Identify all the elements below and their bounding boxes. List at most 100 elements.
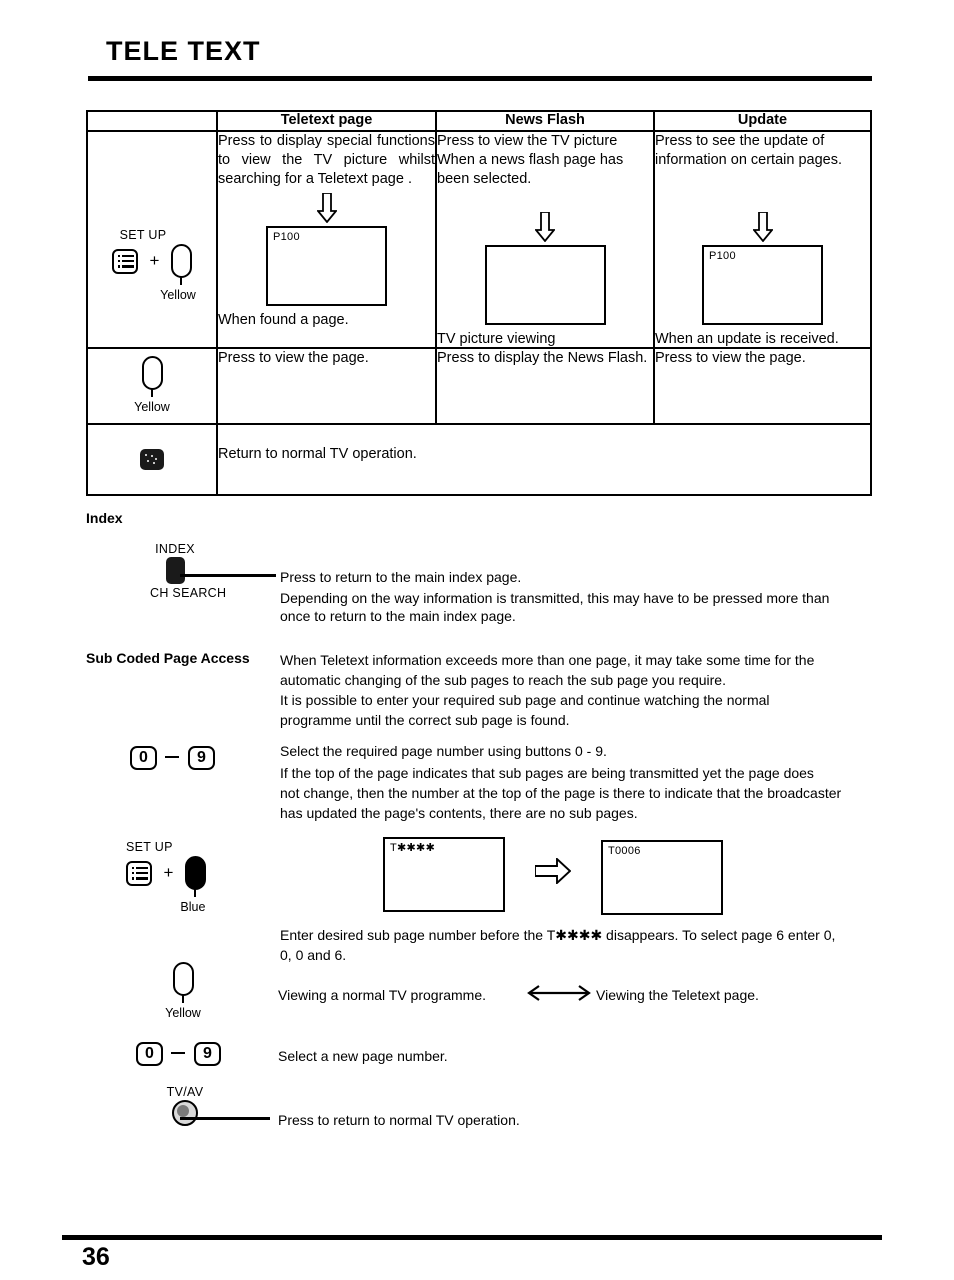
tvav-label: TV/AV xyxy=(166,1085,204,1099)
plus-sign: + xyxy=(163,863,174,882)
cell-teletext-page: Press to view the page. xyxy=(216,347,437,425)
cell-text: Press to display special functions to vi… xyxy=(218,133,435,187)
header-news-flash: News Flash xyxy=(435,110,655,132)
viewing-teletext-text: Viewing the Teletext page. xyxy=(596,987,759,1003)
sub-coded-intro-line-3: It is possible to enter your required su… xyxy=(280,692,770,708)
yellow-button-label: Yellow xyxy=(160,288,196,302)
tvav-button-group: TV/AV xyxy=(155,1085,215,1126)
index-heading: Index xyxy=(86,510,123,526)
document-page: TELE TEXT Teletext page News Flash Updat… xyxy=(0,0,954,1280)
cell-news-flash: Press to display the News Flash. xyxy=(435,347,655,425)
yellow-toggle-group: Yellow xyxy=(160,962,206,1020)
viewing-normal-tv-text: Viewing a normal TV programme. xyxy=(278,987,487,1003)
tv-screen-label: T✱✱✱✱ xyxy=(390,842,436,854)
select-new-page-text: Select a new page number. xyxy=(278,1048,448,1064)
header-teletext-page: Teletext page xyxy=(216,110,437,132)
tvav-button-icon[interactable] xyxy=(172,1100,198,1126)
tv-screen-before: T✱✱✱✱ xyxy=(383,837,505,912)
tv-screen xyxy=(484,245,606,325)
header-update: Update xyxy=(653,110,872,132)
table-header-row: Teletext page News Flash Update xyxy=(86,110,872,132)
setup-label: SET UP xyxy=(119,228,167,242)
number-keys-text-line-3: not change, then the number at the top o… xyxy=(280,785,842,801)
setup-label: SET UP xyxy=(126,840,173,854)
number-keys-text-line-1: Select the required page number using bu… xyxy=(280,743,607,759)
header-key-column xyxy=(86,110,218,132)
down-arrow-icon xyxy=(535,212,555,242)
sub-coded-heading: Sub Coded Page Access xyxy=(86,650,250,666)
index-leader-line xyxy=(180,574,276,577)
tvav-leader-line xyxy=(180,1117,270,1120)
cell-text: Press to view the page. xyxy=(655,350,806,366)
tvav-text: Press to return to normal TV operation. xyxy=(278,1112,520,1128)
cell-text: Return to normal TV operation. xyxy=(218,446,417,462)
number-keys-group-2: 0 9 xyxy=(136,1042,221,1066)
sub-coded-intro-line-2: automatic changing of the sub pages to r… xyxy=(280,672,726,688)
blue-button-icon[interactable] xyxy=(184,856,206,897)
range-dash xyxy=(171,1051,186,1055)
number-keys-group-1: 0 9 xyxy=(130,746,215,770)
yellow-button-icon[interactable] xyxy=(141,356,163,397)
blue-button-label: Blue xyxy=(180,900,206,914)
table-row: SET UP + Yellow Press to display special… xyxy=(86,130,872,349)
page-title: TELE TEXT xyxy=(106,36,261,66)
down-arrow-icon xyxy=(316,193,337,223)
cell-news-flash: Press to view the TV picture When a news… xyxy=(435,130,655,349)
cell-update: Press to view the page. xyxy=(653,347,872,425)
yellow-button-label: Yellow xyxy=(165,1006,201,1020)
number-key-9[interactable]: 9 xyxy=(187,746,215,770)
cell-caption: When found a page. xyxy=(218,312,349,328)
yellow-button-icon[interactable] xyxy=(170,244,192,285)
down-arrow-icon xyxy=(752,212,773,242)
sub-coded-intro-line-1: When Teletext information exceeds more t… xyxy=(280,652,815,668)
cell-update: Press to see the update of information o… xyxy=(653,130,872,349)
table-row: Yellow Press to view the page. Press to … xyxy=(86,347,872,425)
tv-screen-after: T0006 xyxy=(601,840,723,915)
title-divider xyxy=(88,76,872,81)
table-row: Return to normal TV operation. xyxy=(86,423,872,496)
cell-teletext-page: Press to display special functions to vi… xyxy=(216,130,437,349)
tv-screen-label: T0006 xyxy=(608,845,641,857)
key-cell-teletext xyxy=(86,423,218,496)
number-key-9[interactable]: 9 xyxy=(193,1042,221,1066)
index-button-top-label: INDEX xyxy=(155,542,195,556)
setup-icon[interactable] xyxy=(112,248,139,274)
footer-divider xyxy=(62,1235,882,1240)
yellow-button-label: Yellow xyxy=(134,400,170,414)
cell-caption: When an update is received. xyxy=(655,331,839,347)
index-text-line-2: Depending on the way information is tran… xyxy=(280,590,830,606)
number-keys-text-line-4: has updated the page's contents, there a… xyxy=(280,805,638,821)
page-number: 36 xyxy=(82,1243,110,1271)
cell-text: Press to display the News Flash. xyxy=(437,350,648,366)
number-key-0[interactable]: 0 xyxy=(130,746,157,770)
number-key-0[interactable]: 0 xyxy=(136,1042,163,1066)
setup-icon[interactable] xyxy=(126,860,152,886)
teletext-function-table: Teletext page News Flash Update SET UP + xyxy=(86,110,872,496)
index-button-bottom-label: CH SEARCH xyxy=(150,586,227,600)
plus-sign: + xyxy=(149,251,160,270)
key-cell-setup-yellow: SET UP + Yellow xyxy=(86,130,218,349)
cell-return-normal-tv: Return to normal TV operation. xyxy=(216,423,872,496)
cell-text: Press to view the page. xyxy=(218,350,369,366)
key-cell-yellow: Yellow xyxy=(86,347,218,425)
cell-text: Press to view the TV picture When a news… xyxy=(437,133,624,187)
tv-screen-label: P100 xyxy=(273,231,300,243)
cell-text: Press to see the update of information o… xyxy=(655,133,842,168)
cell-caption: TV picture viewing xyxy=(437,331,556,347)
tv-screen-label: P100 xyxy=(709,250,736,262)
tv-screen: P100 xyxy=(702,245,823,325)
index-button-icon[interactable] xyxy=(165,557,185,584)
bidirectional-arrow-icon xyxy=(527,985,591,1001)
tv-screen: P100 xyxy=(266,226,387,306)
range-dash xyxy=(165,755,180,759)
setup-blue-group: SET UP + Blue xyxy=(126,840,206,914)
enter-subpage-line-2: 0, 0 and 6. xyxy=(280,947,347,963)
teletext-button-icon[interactable] xyxy=(140,449,164,470)
number-keys-text-line-2: If the top of the page indicates that su… xyxy=(280,765,814,781)
sub-coded-intro-line-4: programme until the correct sub page is … xyxy=(280,712,570,728)
right-arrow-icon xyxy=(535,858,571,884)
index-button-group: INDEX CH SEARCH xyxy=(150,542,227,600)
yellow-button-icon[interactable] xyxy=(172,962,194,1003)
index-text-line-3: once to return to the main index page. xyxy=(280,608,516,624)
enter-subpage-line-1: Enter desired sub page number before the… xyxy=(280,927,836,943)
